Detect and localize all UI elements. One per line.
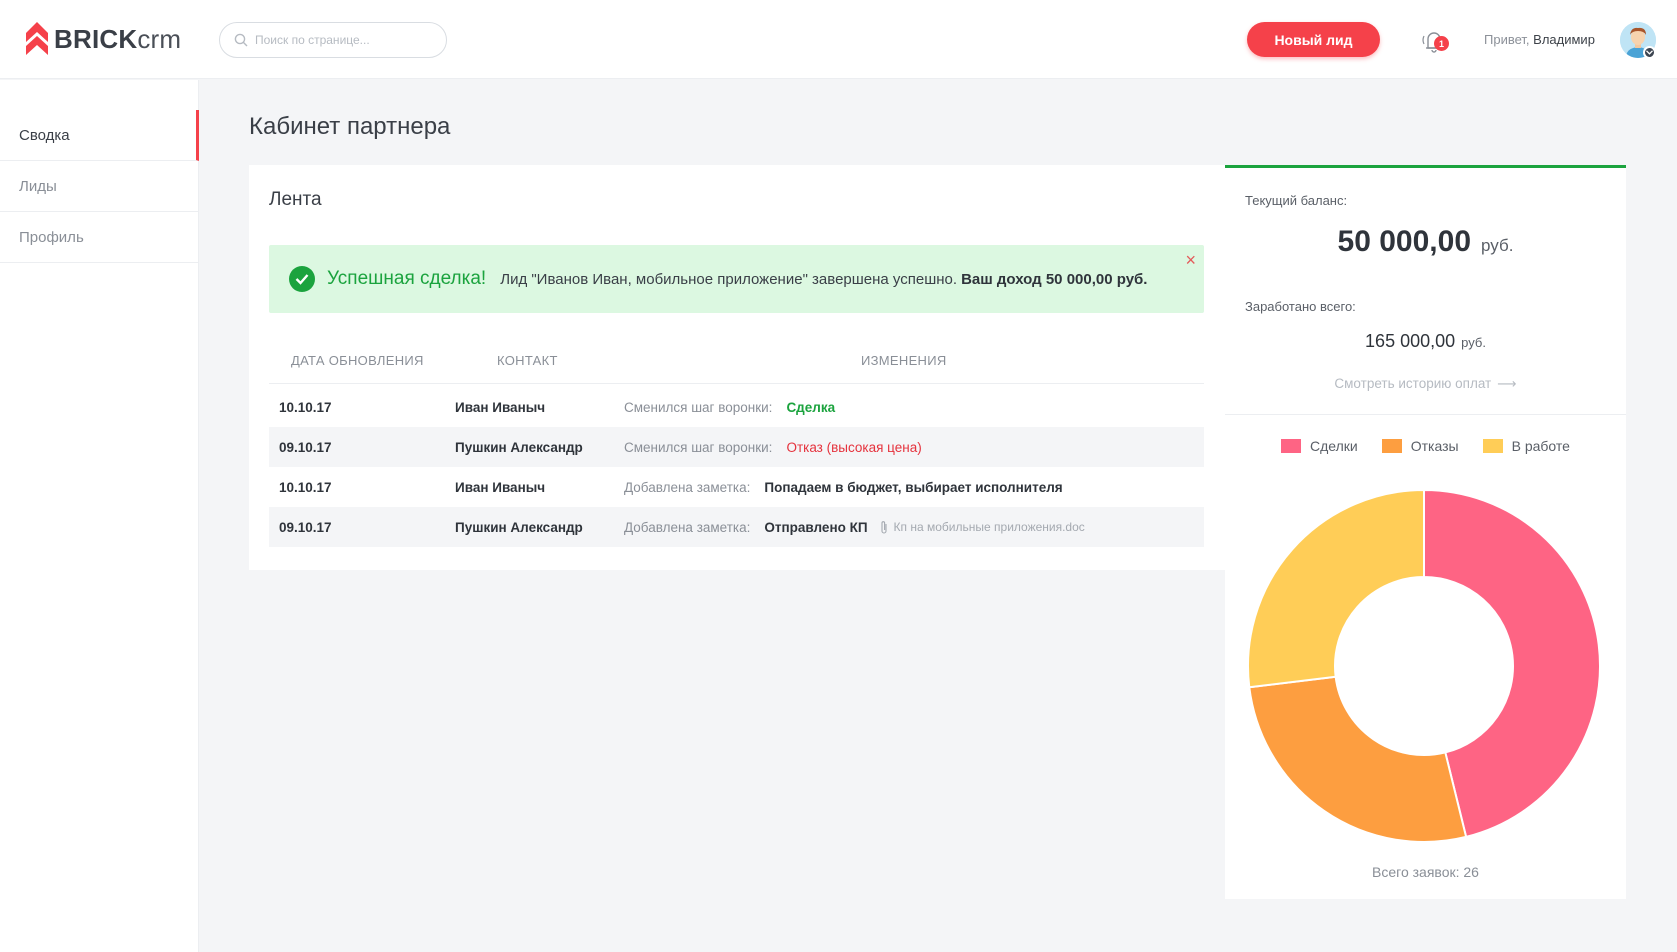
legend-label: Отказы [1410, 438, 1459, 454]
balance-currency: руб. [1481, 236, 1514, 255]
panel-divider [1225, 414, 1626, 415]
balance-value: 50 000,00 руб. [1225, 225, 1626, 259]
legend-swatch [1482, 439, 1503, 453]
alert-text: Лид "Иванов Иван, мобильное приложение" … [500, 270, 958, 288]
leads-donut-chart [1247, 488, 1601, 843]
earned-currency: руб. [1461, 335, 1486, 350]
column-header-date[interactable]: ДАТА ОБНОВЛЕНИЯ [291, 353, 424, 368]
row-contact[interactable]: Пушкин Александр [455, 427, 583, 467]
feed-table-header: ДАТА ОБНОВЛЕНИЯ КОНТАКТ ИЗМЕНЕНИЯ [269, 353, 1204, 384]
change-type: Сменился шаг воронки: [624, 399, 773, 415]
logo-text: BRICKcrm [54, 23, 182, 54]
donut-slice[interactable] [1247, 488, 1425, 689]
change-type: Добавлена заметка: [624, 479, 751, 495]
row-date: 10.10.17 [279, 399, 332, 415]
sidebar-item-leads[interactable]: Лиды [0, 161, 199, 212]
search-icon [234, 33, 248, 47]
row-contact[interactable]: Иван Иваныч [455, 467, 545, 507]
row-change: Сменился шаг воронки: Отказ (высокая цен… [624, 427, 922, 467]
legend-item[interactable]: Сделки [1281, 438, 1358, 454]
search-box[interactable] [219, 22, 447, 58]
change-type: Сменился шаг воронки: [624, 439, 773, 455]
chart-legend: Сделки Отказы В работе [1225, 438, 1626, 454]
table-row[interactable]: 10.10.17 Иван Иваныч Добавлена заметка: … [269, 467, 1204, 507]
change-value: Отправлено КП [764, 519, 868, 535]
legend-label: Сделки [1310, 438, 1358, 454]
legend-swatch [1381, 439, 1402, 453]
sidebar: Сводка Лиды Профиль [0, 80, 199, 952]
new-lead-button[interactable]: Новый лид [1247, 22, 1380, 57]
feed-card: Лента Успешная сделка! Лид "Иванов Иван,… [249, 165, 1225, 570]
row-change: Сменился шаг воронки: Сделка [624, 387, 835, 427]
earned-label: Заработано всего: [1245, 299, 1356, 314]
total-requests: Всего заявок: 26 [1372, 864, 1479, 880]
earned-amount: 165 000,00 [1365, 331, 1456, 351]
sidebar-item-label: Сводка [19, 126, 70, 144]
search-input[interactable] [255, 33, 435, 47]
column-header-changes[interactable]: ИЗМЕНЕНИЯ [861, 353, 947, 368]
close-icon[interactable]: × [1185, 251, 1196, 269]
page-title: Кабинет партнера [249, 113, 451, 140]
row-date: 10.10.17 [279, 479, 332, 495]
sidebar-item-profile[interactable]: Профиль [0, 212, 199, 263]
table-row[interactable]: 09.10.17 Пушкин Александр Добавлена заме… [269, 507, 1204, 547]
legend-item[interactable]: В работе [1482, 438, 1570, 454]
change-type: Добавлена заметка: [624, 519, 751, 535]
sidebar-item-label: Лиды [19, 177, 57, 195]
greeting-prefix: Привет, [1484, 32, 1530, 47]
legend-label: В работе [1511, 438, 1570, 454]
row-date: 09.10.17 [279, 519, 332, 535]
change-value: Попадаем в бюджет, выбирает исполнителя [764, 479, 1063, 495]
balance-label: Текущий баланс: [1245, 193, 1348, 208]
column-header-contact[interactable]: КОНТАКТ [497, 353, 558, 368]
attachment-filename: Кп на мобильные приложения.doc [893, 520, 1085, 534]
top-header: BRICKcrm Новый лид 1 Привет, Владимир [0, 0, 1677, 79]
table-row[interactable]: 09.10.17 Пушкин Александр Сменился шаг в… [269, 427, 1204, 467]
change-value: Отказ (высокая цена) [786, 439, 922, 455]
alert-title: Успешная сделка! [327, 268, 487, 289]
earned-value: 165 000,00 руб. [1225, 331, 1626, 352]
donut-slice[interactable] [1248, 675, 1468, 843]
row-change: Добавлена заметка: Отправлено КП Кп на м… [624, 507, 1085, 547]
history-link-label: Смотреть историю оплат [1334, 376, 1492, 391]
paperclip-icon [880, 520, 887, 534]
balance-amount: 50 000,00 [1337, 225, 1472, 258]
brick-logo-icon [26, 22, 48, 55]
feed-title: Лента [269, 189, 322, 210]
row-contact[interactable]: Иван Иваныч [455, 387, 545, 427]
chevron-down-icon[interactable] [1643, 46, 1656, 59]
row-contact[interactable]: Пушкин Александр [455, 507, 583, 547]
user-greeting[interactable]: Привет, Владимир [1484, 32, 1595, 47]
attachment-link[interactable]: Кп на мобильные приложения.doc [880, 520, 1085, 535]
arrow-right-icon: ⟶ [1497, 376, 1517, 391]
notification-badge: 1 [1434, 36, 1449, 51]
payment-history-link[interactable]: Смотреть историю оплат ⟶ [1225, 376, 1626, 392]
user-name: Владимир [1533, 32, 1595, 47]
balance-panel: Текущий баланс: 50 000,00 руб. Заработано… [1225, 165, 1626, 899]
brick-logo[interactable]: BRICKcrm [26, 22, 181, 56]
sidebar-item-label: Профиль [19, 228, 84, 246]
check-circle-icon [289, 266, 315, 292]
alert-income: Ваш доход 50 000,00 руб. [961, 270, 1148, 288]
sidebar-item-summary[interactable]: Сводка [0, 110, 199, 161]
row-change: Добавлена заметка: Попадаем в бюджет, вы… [624, 467, 1063, 507]
success-alert: Успешная сделка! Лид "Иванов Иван, мобил… [269, 245, 1204, 313]
legend-item[interactable]: Отказы [1381, 438, 1459, 454]
row-date: 09.10.17 [279, 439, 332, 455]
change-value: Сделка [786, 399, 836, 415]
legend-swatch [1281, 439, 1302, 453]
table-row[interactable]: 10.10.17 Иван Иваныч Сменился шаг воронк… [269, 387, 1204, 427]
